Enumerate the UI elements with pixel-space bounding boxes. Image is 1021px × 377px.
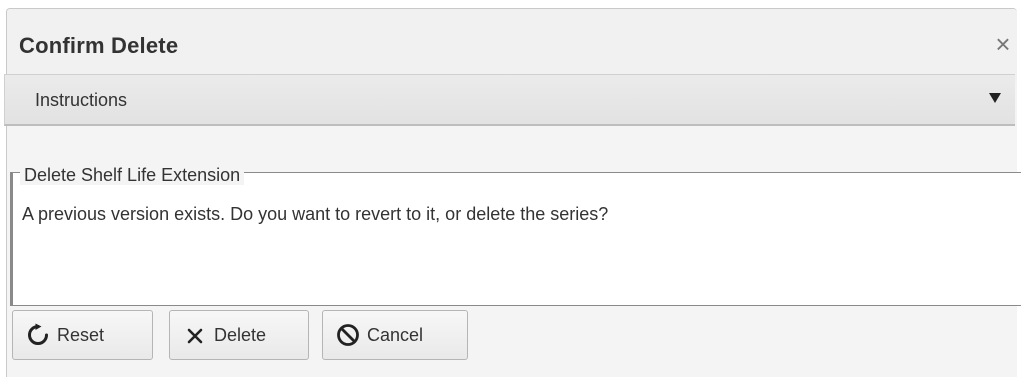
dialog-title: Confirm Delete xyxy=(19,33,179,58)
reset-button-label: Reset xyxy=(57,324,105,345)
cancel-button-label: Cancel xyxy=(367,324,424,345)
instructions-label: Instructions xyxy=(35,90,128,110)
caret-down-icon xyxy=(989,93,1001,103)
instructions-expander[interactable]: Instructions xyxy=(4,74,1015,126)
dialog-titlebar: Confirm Delete × xyxy=(7,9,1017,81)
delete-button[interactable]: Delete xyxy=(169,310,309,360)
reset-button[interactable]: Reset xyxy=(12,310,153,360)
confirmation-message: A previous version exists. Do you want t… xyxy=(22,204,609,224)
ban-icon xyxy=(335,322,361,348)
cancel-button[interactable]: Cancel xyxy=(322,310,468,360)
delete-shelf-life-extension-group xyxy=(10,172,1021,306)
close-icon[interactable]: × xyxy=(990,31,1016,57)
delete-button-label: Delete xyxy=(214,324,267,345)
group-legend: Delete Shelf Life Extension xyxy=(20,165,245,185)
refresh-icon xyxy=(25,322,51,348)
x-icon xyxy=(182,322,208,348)
